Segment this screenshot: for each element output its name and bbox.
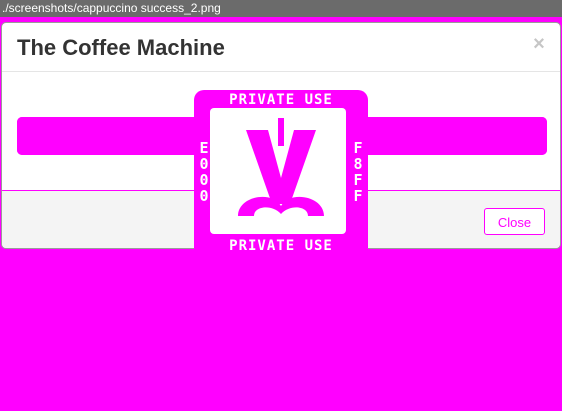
screenshot-path-label: ./screenshots/cappuccino success_2.png bbox=[0, 0, 562, 17]
close-icon[interactable]: × bbox=[531, 34, 547, 54]
stamp-bottom-text: PRIVATE USE bbox=[229, 238, 333, 250]
close-button[interactable]: Close bbox=[484, 208, 545, 235]
dialog-header: The Coffee Machine × bbox=[2, 23, 560, 72]
missing-glyph-stamp: PRIVATE USE E 0 0 0 F 8 F F PRIVATE USE bbox=[194, 90, 368, 250]
dialog-title: The Coffee Machine bbox=[17, 35, 225, 60]
stamp-right-code: F 8 F F bbox=[353, 139, 363, 205]
stamp-top-text: PRIVATE USE bbox=[229, 92, 333, 108]
stamp-glyph-icon bbox=[238, 118, 324, 216]
